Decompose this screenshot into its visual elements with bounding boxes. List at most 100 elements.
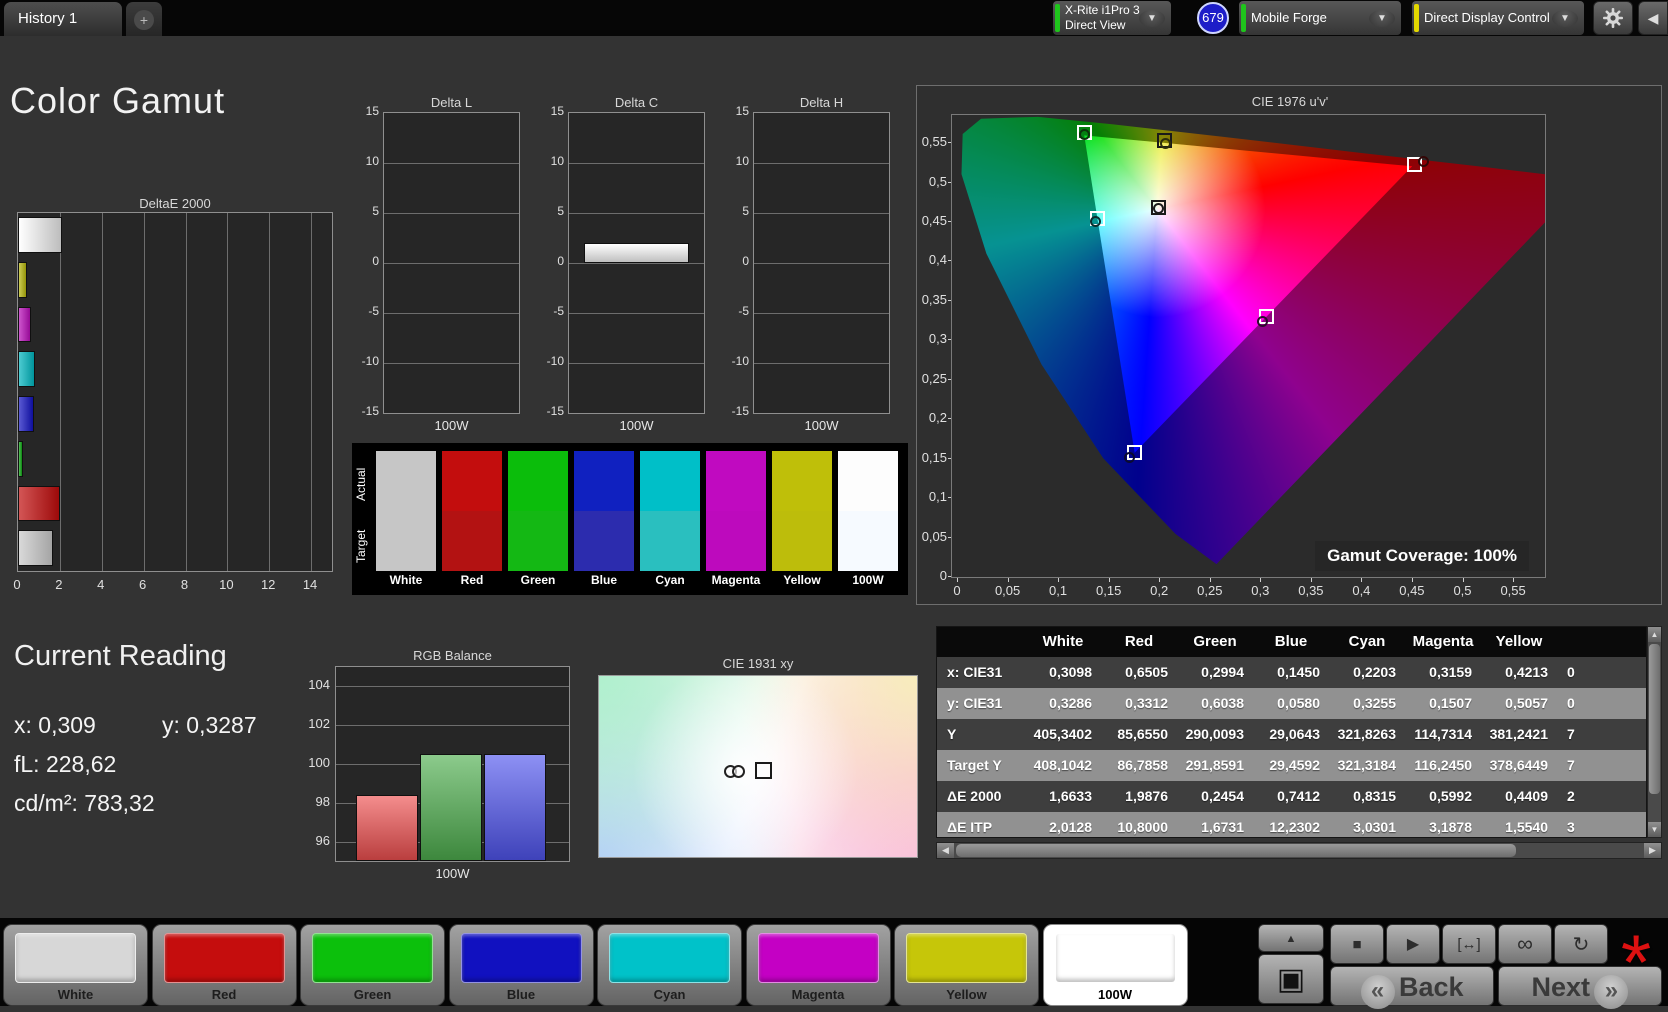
x-tick-label: 0,5 [1453, 583, 1472, 598]
pattern-button-green[interactable]: Green [300, 924, 445, 1006]
delta-c-x-label: 100W [619, 418, 654, 433]
table-cell: 0,8315 [1353, 788, 1396, 804]
table-cell: 378,6449 [1489, 757, 1548, 773]
gridline [384, 163, 519, 164]
gridline [101, 213, 103, 571]
swatch-label: Yellow [783, 573, 821, 587]
actual-swatch [772, 451, 832, 511]
x-tick-label: 8 [180, 577, 189, 592]
gridline [227, 213, 229, 571]
actual-swatch [838, 451, 898, 511]
results-table: White Red Green Blue Cyan Magenta Yellow x: CIE… [936, 626, 1647, 838]
table-vertical-scrollbar[interactable]: ▲ ▼ [1647, 626, 1662, 838]
vertical-scroll-thumb[interactable] [1649, 644, 1660, 794]
pattern-swatch [757, 933, 879, 983]
pattern-swatch [460, 933, 582, 983]
meter-status-indicator [1055, 4, 1060, 32]
swatch-column-green: Green [508, 451, 568, 587]
tab-history-1[interactable]: History 1 [4, 2, 122, 36]
table-cell: 405,3402 [1033, 726, 1092, 742]
x-tick-label: 0,25 [1197, 583, 1223, 598]
y-tick-label: -15 [731, 404, 749, 418]
pattern-label: White [57, 987, 94, 1002]
tick-mark [948, 220, 951, 222]
measured-marker-red [1417, 155, 1429, 167]
pattern-window-icon: ▣ [1276, 963, 1306, 996]
display-control-status-indicator [1414, 4, 1419, 32]
settings-button[interactable] [1593, 1, 1633, 35]
table-row-1: x: CIE31 0,3098 0,6505 0,2994 0,1450 0,2203 0,… [937, 657, 1646, 688]
deltae-bar-cyan [18, 351, 36, 388]
pattern-button-100w[interactable]: 100W [1042, 924, 1188, 1006]
horizontal-scroll-thumb[interactable] [956, 844, 1516, 857]
reads-count-badge[interactable]: 679 [1197, 2, 1229, 34]
swatch-column-magenta: Magenta [706, 451, 766, 587]
table-cell: 0,1450 [1277, 664, 1320, 680]
deltae-bar-magenta [18, 306, 31, 343]
table-cell-clipped: 7 [1567, 757, 1575, 773]
reading-fl: fL: 228,62 [14, 751, 117, 777]
y-tick-label: 0,05 [921, 528, 947, 544]
table-cell: 0,5057 [1505, 695, 1548, 711]
y-tick-label: 0 [939, 568, 947, 583]
collapse-panel-button[interactable]: ◀ [1638, 1, 1668, 35]
y-tick-label: 10 [550, 154, 564, 168]
gridline [185, 213, 187, 571]
gridline [384, 363, 519, 364]
pattern-up-button[interactable]: ▲ [1258, 924, 1324, 952]
pattern-button-cyan[interactable]: Cyan [597, 924, 742, 1006]
gridline [754, 213, 889, 214]
swatch-label: White [389, 573, 423, 587]
scroll-right-arrow-icon[interactable]: ▶ [1644, 843, 1661, 858]
tick-mark [1462, 578, 1464, 582]
scroll-left-arrow-icon[interactable]: ◀ [937, 843, 954, 858]
scroll-up-arrow-icon[interactable]: ▲ [1648, 627, 1661, 642]
tick-mark [948, 260, 951, 262]
pattern-button-white[interactable]: White [3, 924, 148, 1006]
pattern-button-yellow[interactable]: Yellow [894, 924, 1039, 1006]
row-label: ΔE 2000 [947, 788, 1002, 804]
pattern-window-button[interactable]: ▣ [1258, 954, 1324, 1004]
target-row-label: Target [354, 529, 368, 563]
table-cell: 10,8000 [1117, 819, 1168, 835]
display-control-dropdown[interactable]: Direct Display Control ▼ [1412, 1, 1584, 35]
reading-cdm2: cd/m²: 783,32 [14, 790, 155, 816]
gear-icon [1601, 8, 1625, 34]
y-tick-label: -15 [361, 404, 379, 418]
scroll-down-arrow-icon[interactable]: ▼ [1648, 822, 1661, 837]
pattern-button-blue[interactable]: Blue [448, 924, 594, 1006]
pattern-swatch [312, 933, 433, 983]
infinity-icon: ∞ [1517, 931, 1533, 956]
stop-button[interactable]: ■ [1330, 924, 1384, 964]
table-cell-clipped: 7 [1567, 726, 1575, 742]
pattern-button-magenta[interactable]: Magenta [745, 924, 891, 1006]
back-button[interactable]: « Back [1330, 966, 1494, 1009]
meter-dropdown[interactable]: X-Rite i1Pro 3 Direct View ▼ [1053, 1, 1171, 35]
table-cell: 29,0643 [1269, 726, 1320, 742]
table-row-4: Target Y 408,1042 86,7858 291,8591 29,4592 32… [937, 750, 1646, 781]
table-horizontal-scrollbar[interactable]: ◀ ▶ [936, 842, 1662, 859]
delta_c-bar [584, 243, 689, 263]
delta-l-title: Delta L [430, 95, 473, 110]
target-swatch [442, 511, 502, 571]
cie1931-title: CIE 1931 xy [722, 656, 794, 671]
rgb-bar-green [420, 754, 482, 861]
page-title: Color Gamut [10, 80, 226, 121]
table-cell: 0,2203 [1353, 664, 1396, 680]
table-cell: 0,3255 [1353, 695, 1396, 711]
refresh-button[interactable]: ↻ [1554, 924, 1608, 964]
next-button[interactable]: Next » [1498, 966, 1662, 1009]
continuous-read-button[interactable]: ∞ [1498, 924, 1552, 964]
cie1931-chart [598, 675, 918, 858]
gridline [569, 313, 704, 314]
y-tick-label: 0,25 [921, 370, 947, 386]
pattern-button-red[interactable]: Red [151, 924, 297, 1006]
tick-mark [1159, 578, 1161, 582]
tick-mark [1007, 578, 1009, 582]
source-dropdown[interactable]: Mobile Forge ▼ [1239, 1, 1401, 35]
chevron-down-icon: ▼ [1552, 10, 1578, 27]
pattern-size-button[interactable]: [↔] [1442, 924, 1496, 964]
table-cell: 1,5540 [1505, 819, 1548, 835]
play-button[interactable]: ▶ [1386, 924, 1440, 964]
add-tab-button[interactable]: + [126, 2, 162, 36]
